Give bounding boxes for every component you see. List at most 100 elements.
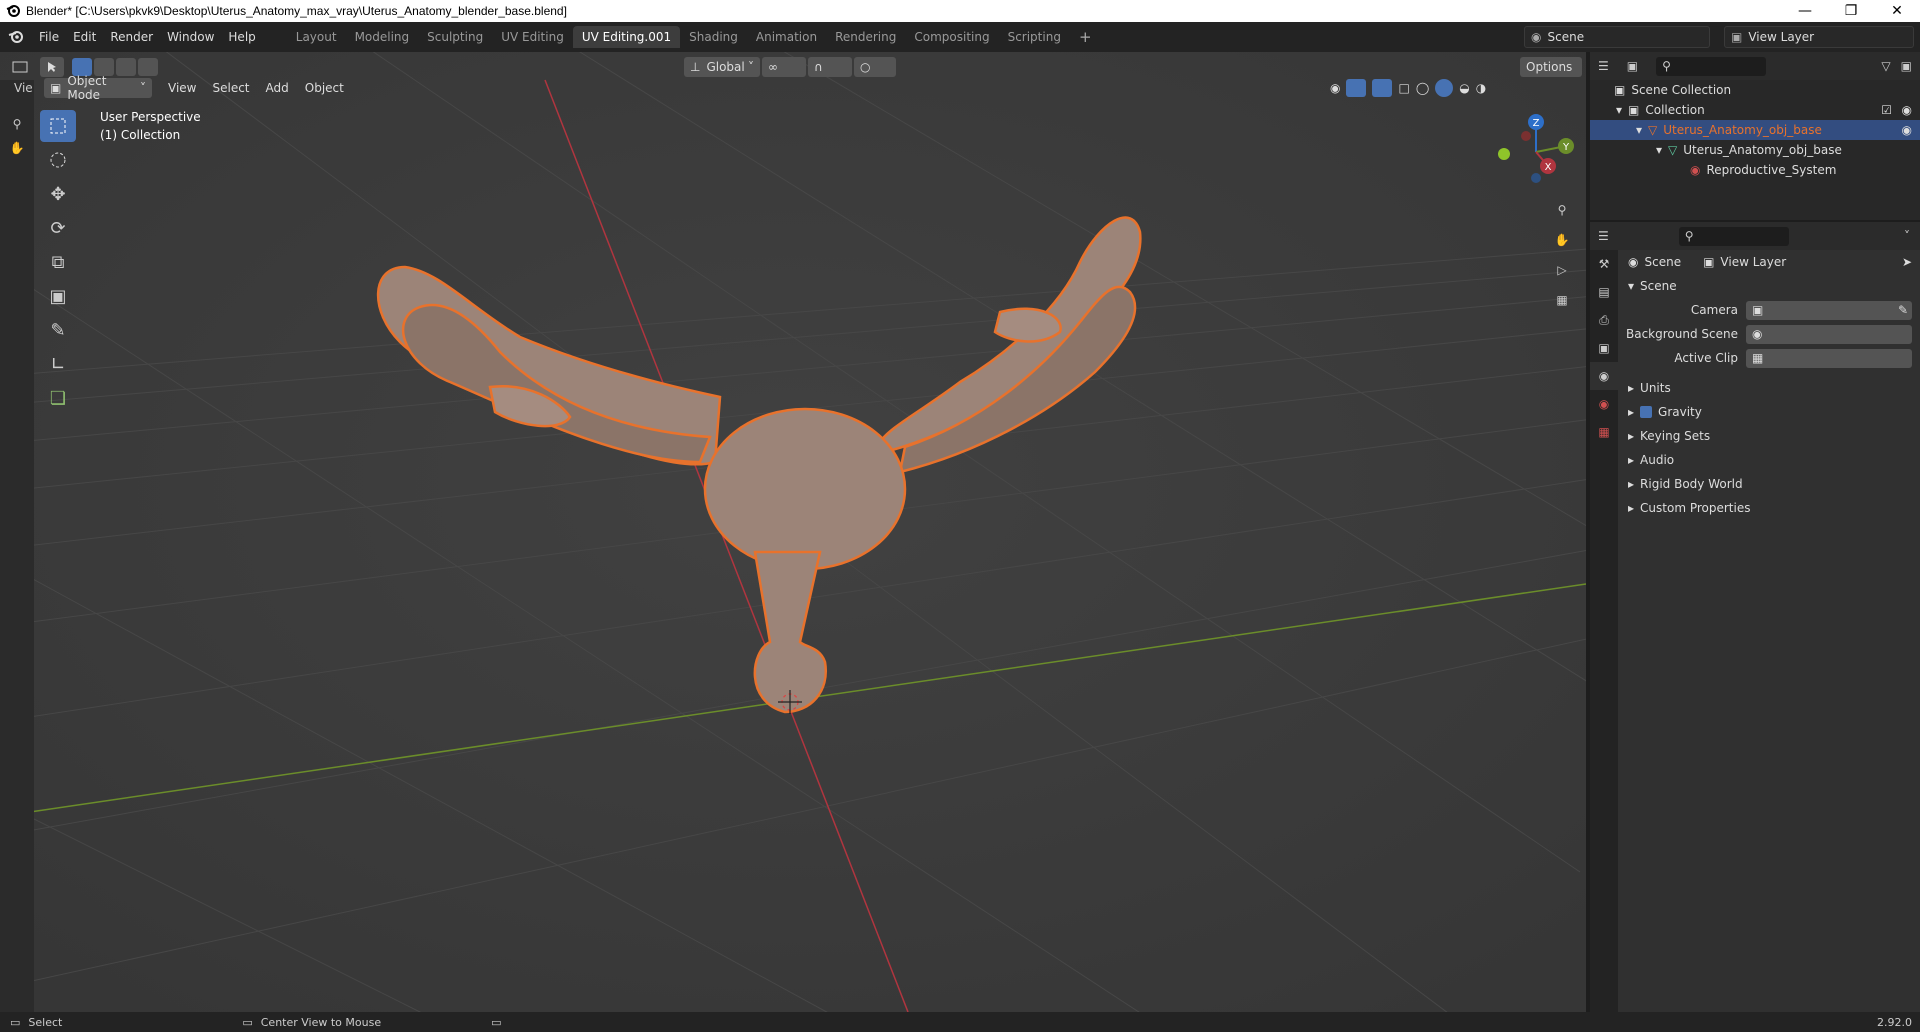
transform-tool-icon[interactable]: ▣: [40, 280, 76, 312]
xray-icon[interactable]: □: [1398, 81, 1409, 95]
tab-layout[interactable]: Layout: [287, 26, 346, 48]
restore-icon[interactable]: ❐: [1828, 0, 1874, 22]
properties-editor-icon[interactable]: ☰: [1598, 229, 1609, 243]
audio-panel-header[interactable]: ▸ Audio: [1618, 448, 1920, 472]
filter-icon[interactable]: ▽: [1881, 59, 1890, 73]
tab-compositing[interactable]: Compositing: [905, 26, 998, 48]
camera-field[interactable]: ▣ ✎: [1746, 300, 1912, 320]
outliner-row-mesh[interactable]: ▾ ▽ Uterus_Anatomy_obj_base: [1590, 140, 1920, 160]
cursor-tool-icon[interactable]: [40, 144, 76, 176]
select-tool-icon[interactable]: [40, 56, 64, 77]
tab-scripting[interactable]: Scripting: [999, 26, 1070, 48]
gravity-panel-header[interactable]: ▸ Gravity: [1618, 400, 1920, 424]
outliner-row-material[interactable]: ◉ Reproductive_System: [1590, 160, 1920, 180]
scene-tab-icon[interactable]: ◉: [1590, 362, 1618, 390]
move-tool-icon[interactable]: ✥: [40, 178, 76, 210]
render-tab-icon[interactable]: ▤: [1590, 278, 1618, 306]
tool-tab-icon[interactable]: ⚒: [1590, 250, 1618, 278]
gizmo-icon[interactable]: [1346, 79, 1367, 97]
add-cube-tool-icon[interactable]: ❏: [40, 382, 76, 414]
tab-uv-editing[interactable]: UV Editing: [492, 26, 573, 48]
menu-file[interactable]: File: [32, 30, 66, 44]
solid-shading-icon[interactable]: [1435, 79, 1454, 97]
tab-uv-editing-001[interactable]: UV Editing.001: [572, 26, 681, 48]
close-icon[interactable]: ✕: [1874, 0, 1920, 22]
proportional-edit-dropdown[interactable]: ○: [854, 56, 896, 77]
zoom-icon[interactable]: ⚲: [1548, 196, 1576, 224]
wireframe-shading-icon[interactable]: ◯: [1416, 81, 1429, 95]
camera-view-icon[interactable]: ▷: [1548, 256, 1576, 284]
eyedropper-icon[interactable]: ✎: [1898, 303, 1908, 317]
eye-icon[interactable]: ◉: [1902, 103, 1912, 117]
3d-viewport[interactable]: [0, 52, 1586, 1012]
tab-sculpting[interactable]: Sculpting: [418, 26, 492, 48]
menu-help[interactable]: Help: [221, 30, 262, 44]
pivot-point-dropdown[interactable]: ∞: [762, 56, 806, 77]
menu-add[interactable]: Add: [258, 81, 297, 95]
view-layer-tab-icon[interactable]: ▣: [1590, 334, 1618, 362]
snap-dropdown[interactable]: ∩: [808, 56, 852, 77]
editor-type-icon[interactable]: [0, 60, 40, 74]
select-new-icon[interactable]: [72, 57, 92, 76]
rotate-tool-icon[interactable]: ⟳: [40, 212, 76, 244]
options-button[interactable]: Options: [1520, 56, 1582, 77]
menu-object[interactable]: Object: [297, 81, 352, 95]
outliner-search-input[interactable]: ⚲: [1656, 56, 1767, 76]
new-collection-icon[interactable]: ▣: [1901, 59, 1912, 73]
eye-icon[interactable]: ◉: [1902, 123, 1912, 137]
select-box-tool-icon[interactable]: [40, 110, 76, 142]
material-shading-icon[interactable]: ◒: [1459, 81, 1469, 95]
tab-shading[interactable]: Shading: [680, 26, 747, 48]
outliner-editor-icon[interactable]: ☰: [1598, 59, 1609, 73]
display-mode-icon[interactable]: ▣: [1627, 59, 1638, 73]
output-tab-icon[interactable]: ⎙: [1590, 306, 1618, 334]
add-workspace-icon[interactable]: +: [1070, 24, 1101, 50]
menu-window[interactable]: Window: [160, 30, 221, 44]
rigid-body-world-panel-header[interactable]: ▸ Rigid Body World: [1618, 472, 1920, 496]
outliner-row-scene-collection[interactable]: ▣ Scene Collection: [1590, 80, 1920, 100]
outliner-row-collection[interactable]: ▾ ▣ Collection ☑ ◉: [1590, 100, 1920, 120]
visibility-icon[interactable]: ◉: [1330, 81, 1340, 95]
pan-icon[interactable]: ✋: [1548, 226, 1576, 254]
gravity-checkbox-icon[interactable]: [1640, 406, 1653, 418]
tab-animation[interactable]: Animation: [747, 26, 826, 48]
transform-orientation-dropdown[interactable]: ⊥ Global ˅: [684, 56, 760, 77]
pin-icon[interactable]: ➤: [1902, 255, 1912, 269]
scale-tool-icon[interactable]: ⧉: [40, 246, 76, 278]
overlay-icon[interactable]: [1372, 79, 1393, 97]
outliner-row-object[interactable]: ▾ ▽ Uterus_Anatomy_obj_base ◉: [1590, 120, 1920, 140]
select-invert-icon[interactable]: [138, 57, 158, 76]
menu-view[interactable]: View: [160, 81, 204, 95]
background-scene-field[interactable]: ◉: [1746, 324, 1912, 344]
rendered-shading-icon[interactable]: ◑: [1476, 81, 1486, 95]
annotate-tool-icon[interactable]: ✎: [40, 314, 76, 346]
tab-rendering[interactable]: Rendering: [826, 26, 905, 48]
menu-select[interactable]: Select: [204, 81, 257, 95]
scene-selector[interactable]: ◉ Scene: [1524, 26, 1710, 48]
minimize-icon[interactable]: —: [1782, 0, 1828, 22]
menu-render[interactable]: Render: [103, 30, 160, 44]
world-tab-icon[interactable]: ◉: [1590, 390, 1618, 418]
select-extend-icon[interactable]: [94, 57, 114, 76]
hand-icon[interactable]: ✋: [0, 136, 34, 160]
units-panel-header[interactable]: ▸ Units: [1618, 376, 1920, 400]
search-icon[interactable]: ⚲: [0, 112, 34, 136]
ortho-grid-icon[interactable]: ▦: [1548, 286, 1576, 314]
select-subtract-icon[interactable]: [116, 57, 136, 76]
scene-panel-header[interactable]: ▾ Scene: [1618, 274, 1920, 298]
window-title: Blender* [C:\Users\pkvk9\Desktop\Uterus_…: [26, 4, 567, 18]
menu-edit[interactable]: Edit: [66, 30, 103, 44]
navigation-gizmo[interactable]: Z Y X: [1496, 112, 1576, 195]
chevron-down-icon[interactable]: ˅: [1904, 229, 1910, 243]
active-clip-field[interactable]: ▦: [1746, 348, 1912, 368]
measure-tool-icon[interactable]: ∟: [40, 348, 76, 380]
view-layer-selector[interactable]: ▣ View Layer: [1724, 26, 1914, 48]
keying-sets-panel-header[interactable]: ▸ Keying Sets: [1618, 424, 1920, 448]
tab-modeling[interactable]: Modeling: [346, 26, 419, 48]
object-mode-dropdown[interactable]: ▣ Object Mode ˅: [44, 74, 152, 102]
texture-tab-icon[interactable]: ▦: [1590, 418, 1618, 446]
exclude-checkbox-icon[interactable]: ☑: [1881, 103, 1892, 117]
properties-search-input[interactable]: ⚲: [1678, 226, 1789, 246]
custom-properties-panel-header[interactable]: ▸ Custom Properties: [1618, 496, 1920, 520]
blender-menu-icon[interactable]: [0, 29, 32, 45]
